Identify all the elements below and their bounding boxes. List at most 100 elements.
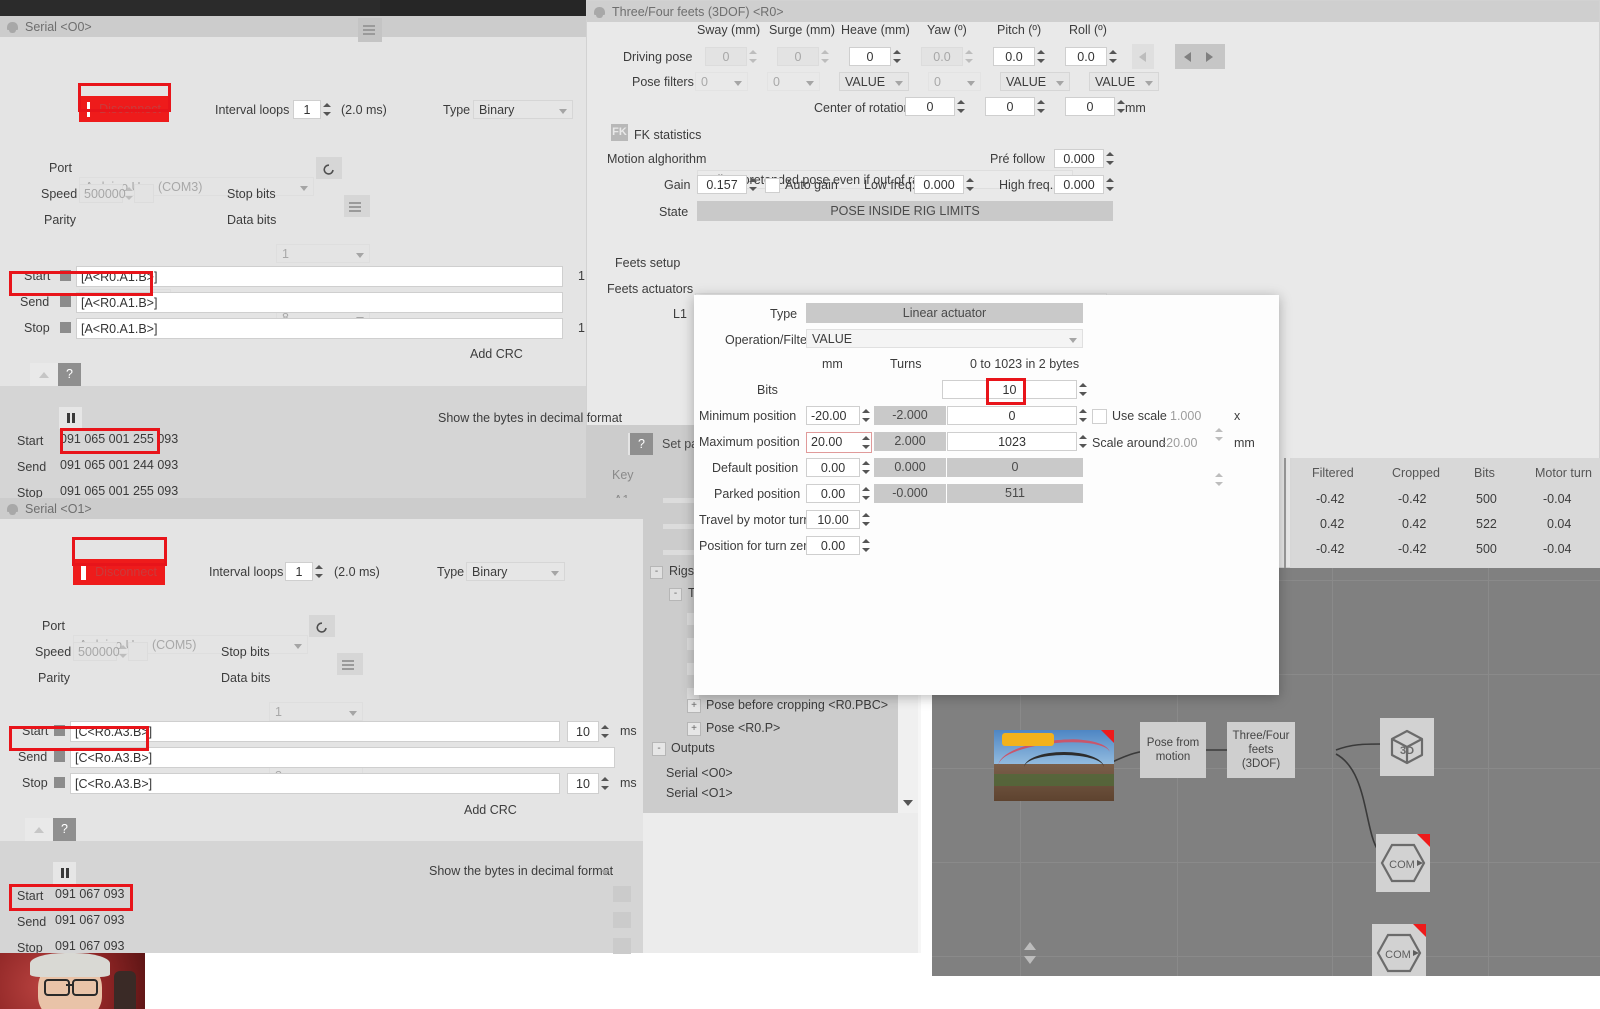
serial-o0-msg-send-input[interactable]: [A<R0.A1.B>] (76, 292, 563, 313)
tree-toggle-icon[interactable]: - (652, 742, 666, 756)
table-row[interactable]: 0.42 0.42 522 0.04 (1290, 517, 1600, 542)
pre-follow-input[interactable]: 0.000 (1054, 149, 1104, 168)
tree-item-pose[interactable]: + Pose <R0.P> (687, 722, 927, 740)
driving-pose-roll[interactable]: 0.0 (1065, 47, 1107, 66)
scroll-down-icon[interactable] (1024, 956, 1036, 964)
low-freq-input[interactable]: 0.000 (914, 175, 964, 194)
serial-o1-port-menu-button[interactable] (337, 653, 363, 675)
gain-spinner[interactable] (747, 175, 758, 194)
driving-pose-heave[interactable]: 0 (849, 47, 891, 66)
pose-filter-roll[interactable]: VALUE (1089, 72, 1159, 91)
serial-o0-msg-stop-input[interactable]: [A<R0.A1.B>] (76, 318, 563, 339)
high-freq-spinner[interactable] (1104, 175, 1115, 194)
serial-o1-speed-input[interactable]: 500000 (73, 642, 117, 661)
row-min-bits-input[interactable]: 0 (947, 406, 1077, 425)
driving-pose-heave-spinner[interactable] (891, 47, 902, 66)
row-zero-mm-input[interactable]: 0.00 (806, 536, 860, 555)
scale-around-spinner[interactable] (1213, 470, 1224, 489)
low-freq-spinner[interactable] (964, 175, 975, 194)
rig-window-titlebar[interactable]: Three/Four feets (3DOF) <R0> (587, 1, 1599, 22)
row-travel-mm-spinner[interactable] (860, 510, 871, 529)
serial-o0-speed-input[interactable]: 500000 (79, 184, 123, 203)
serial-o1-disconnect-button[interactable]: Disconnect (73, 559, 165, 585)
serial-o1-help-button[interactable]: ? (53, 818, 76, 841)
actuator-operation-select[interactable]: VALUE (806, 329, 1083, 348)
driving-pose-surge[interactable]: 0 (777, 47, 819, 66)
serial-o0-titlebar[interactable]: Serial <O0> (0, 16, 586, 37)
driving-pose-sway-spinner[interactable] (747, 47, 758, 66)
serial-o0-disconnect-button[interactable]: Disconnect (79, 96, 169, 122)
row-bits-bits-input[interactable]: 10 (942, 380, 1077, 399)
scale-around-value[interactable]: -20.00 (1162, 436, 1197, 450)
tree-item-outputs[interactable]: - Outputs (652, 742, 892, 760)
serial-o0-bytes-format-select[interactable]: Show the bytes in decimal format (438, 411, 622, 425)
serial-o1-msg-stop-input[interactable]: [C<Ro.A3.B>] (70, 773, 560, 794)
serial-o1-port-refresh-button[interactable] (309, 615, 335, 637)
row-bits-bits-spinner[interactable] (1077, 380, 1088, 399)
driving-pose-sway[interactable]: 0 (705, 47, 747, 66)
serial-o1-msg-stop-checkbox[interactable] (54, 777, 65, 788)
flow-node-3d-view[interactable]: 3D (1380, 718, 1434, 776)
tree-scroll-down-button[interactable] (898, 793, 918, 813)
nav-next-icon[interactable] (1206, 52, 1213, 62)
row-max-bits-spinner[interactable] (1077, 432, 1088, 451)
pose-filter-heave[interactable]: VALUE (839, 72, 909, 91)
pose-filter-surge[interactable]: 0 (767, 72, 820, 91)
row-park-mm-spinner[interactable] (860, 484, 871, 503)
center-rotation-y[interactable]: 0 (985, 97, 1035, 116)
serial-o1-interval-input[interactable]: 1 (285, 562, 313, 581)
graph-scroll-arrows[interactable] (1020, 938, 1040, 976)
serial-o1-byte-send-menu[interactable] (613, 912, 631, 928)
serial-o1-collapse-button[interactable] (25, 818, 53, 841)
serial-o1-msg-start-delay-spinner[interactable] (599, 722, 610, 741)
row-zero-mm-spinner[interactable] (860, 536, 871, 555)
row-min-mm-spinner[interactable] (860, 406, 871, 425)
nav-prev-icon[interactable] (1184, 52, 1191, 62)
pose-nav-group[interactable] (1175, 44, 1225, 69)
serial-o0-type-select[interactable]: Binary (473, 100, 573, 119)
use-scale-value[interactable]: 1.000 (1170, 409, 1201, 423)
auto-gain-checkbox[interactable] (765, 178, 780, 193)
row-min-mm-input[interactable]: -20.00 (806, 406, 860, 425)
row-max-mm-spinner[interactable] (860, 433, 871, 452)
tree-toggle-icon[interactable]: + (687, 722, 701, 736)
pose-filter-yaw[interactable]: 0 (928, 72, 981, 91)
serial-o0-stopbits-select[interactable]: 1 (276, 244, 370, 263)
serial-o0-port-menu-button[interactable] (344, 195, 370, 217)
row-min-bits-spinner[interactable] (1077, 406, 1088, 425)
table-row[interactable]: -0.42 -0.42 500 -0.04 (1290, 542, 1600, 567)
table-row[interactable]: -0.42 -0.42 500 -0.04 (1290, 492, 1600, 517)
tree-toggle-icon[interactable]: + (687, 699, 701, 713)
serial-o1-msg-stop-delay-spinner[interactable] (599, 774, 610, 793)
serial-o0-help-button[interactable]: ? (58, 363, 81, 386)
center-rotation-x-spinner[interactable] (955, 97, 966, 116)
serial-o1-interval-spinner[interactable] (313, 562, 324, 581)
serial-o1-titlebar[interactable]: Serial <O1> (0, 498, 643, 519)
pose-prev-button[interactable] (1132, 44, 1154, 69)
serial-o0-pause-button[interactable] (59, 407, 82, 429)
serial-o1-speed-spinner[interactable] (117, 642, 128, 661)
serial-o1-msg-start-checkbox[interactable] (54, 725, 65, 736)
scroll-up-icon[interactable] (1024, 942, 1036, 950)
app-menu-button[interactable] (358, 18, 382, 42)
serial-o0-collapse-button[interactable] (30, 363, 58, 386)
flow-node-three-four-feets[interactable]: Three/Four feets (3DOF) (1227, 722, 1295, 778)
flow-node-com-1[interactable]: COM (1376, 834, 1430, 892)
tree-toggle-icon[interactable]: - (669, 588, 682, 601)
serial-o1-bytes-format-select[interactable]: Show the bytes in decimal format (424, 862, 614, 881)
flow-node-pose-from-motion[interactable]: Pose from motion (1140, 722, 1206, 778)
serial-o0-msg-send-checkbox[interactable] (60, 296, 71, 307)
serial-o1-msg-start-input[interactable]: [C<Ro.A3.B>] (70, 721, 560, 742)
serial-o0-msg-start-delay[interactable]: 1 (578, 269, 585, 283)
pose-filter-sway[interactable]: 0 (695, 72, 748, 91)
serial-o1-byte-start-menu[interactable] (613, 886, 631, 902)
serial-o1-byte-stop-menu[interactable] (613, 938, 631, 954)
center-rotation-y-spinner[interactable] (1035, 97, 1046, 116)
serial-o0-msg-start-input[interactable]: [A<R0.A1.B>] (76, 266, 563, 287)
serial-o1-msg-start-delay[interactable]: 10 (567, 721, 599, 742)
row-max-bits-input[interactable]: 1023 (947, 432, 1077, 451)
serial-o0-interval-spinner[interactable] (321, 100, 332, 119)
use-scale-spinner[interactable] (1213, 425, 1224, 444)
gain-input[interactable]: 0.157 (697, 175, 747, 194)
driving-pose-pitch-spinner[interactable] (1035, 47, 1046, 66)
